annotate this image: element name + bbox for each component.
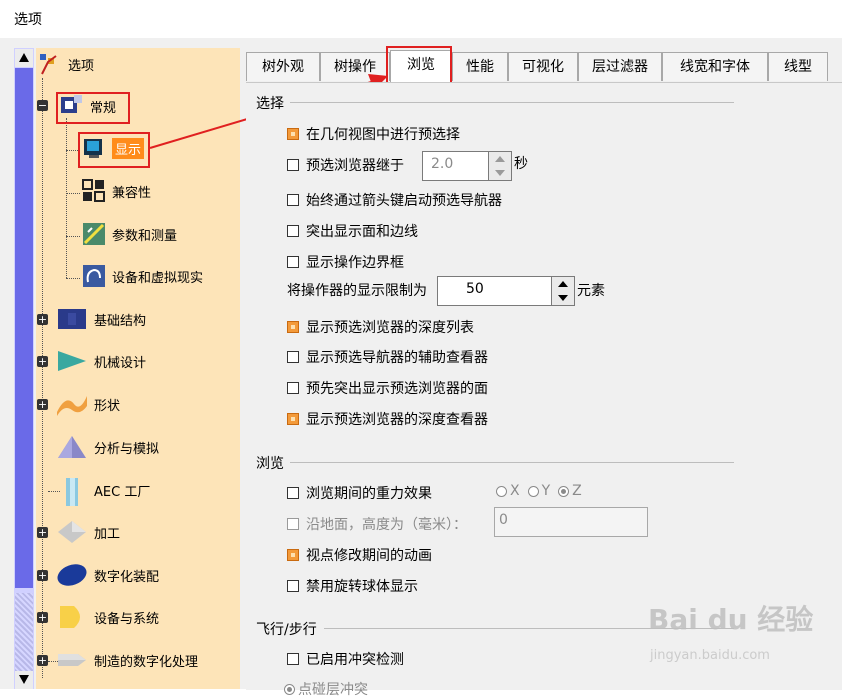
- disable-trackball-option[interactable]: 禁用旋转球体显示: [287, 576, 418, 596]
- option-label: 显示预选浏览器的深度查看器: [306, 412, 488, 428]
- animation-option[interactable]: 视点修改期间的动画: [287, 545, 432, 565]
- preselect-geometry-option[interactable]: 在几何视图中进行预选择: [287, 124, 460, 144]
- option-label: 预先突出显示预选浏览器的面: [306, 381, 488, 397]
- manipulator-limit-unit: 元素: [577, 283, 605, 299]
- option-label: 点碰层冲突: [298, 682, 368, 698]
- section-divider: [290, 102, 734, 103]
- gravity-effect-checkbox[interactable]: [287, 487, 299, 499]
- show-manipulator-bbox-checkbox[interactable]: [287, 256, 299, 268]
- preselect-geometry-checkbox[interactable]: [287, 128, 299, 140]
- axis-z-label: Z: [572, 483, 582, 499]
- option-label: 视点修改期间的动画: [306, 548, 432, 564]
- option-label: 在几何视图中进行预选择: [306, 127, 460, 143]
- arrow-keys-navigator-option[interactable]: 始终通过箭头键启动预选导航器: [287, 190, 502, 210]
- preselect-delay-value: 2.0: [431, 156, 454, 172]
- option-label: 突出显示面和边线: [306, 224, 418, 240]
- stepper-buttons[interactable]: [488, 152, 511, 180]
- show-depth-viewer-option[interactable]: 显示预选浏览器的深度查看器: [287, 409, 488, 429]
- manipulator-limit-stepper[interactable]: 50: [437, 276, 575, 306]
- gravity-effect-option[interactable]: 浏览期间的重力效果: [287, 483, 432, 503]
- option-label: 沿地面，高度为（毫米）：: [306, 517, 467, 533]
- option-label: 显示预选导航器的辅助查看器: [306, 350, 488, 366]
- arrow-keys-navigator-checkbox[interactable]: [287, 194, 299, 206]
- axis-x-label: X: [510, 483, 520, 499]
- collision-detection-checkbox[interactable]: [287, 653, 299, 665]
- ground-height-field[interactable]: 0: [494, 507, 648, 537]
- preselect-navigator-option[interactable]: 预选浏览器继于: [287, 155, 404, 175]
- option-label: 显示预选浏览器的深度列表: [306, 320, 474, 336]
- prehighlight-faces-option[interactable]: 预先突出显示预选浏览器的面: [287, 378, 488, 398]
- axis-y-label: Y: [541, 483, 551, 499]
- preselect-delay-unit: 秒: [514, 156, 528, 172]
- option-label: 禁用旋转球体显示: [306, 579, 418, 595]
- section-navigation-heading: 浏览: [256, 456, 284, 472]
- show-manipulator-bbox-option[interactable]: 显示操作边界框: [287, 252, 404, 272]
- preselect-delay-stepper[interactable]: 2.0: [422, 151, 512, 181]
- section-fly-walk-heading: 飞行/步行: [256, 622, 317, 638]
- highlight-faces-edges-option[interactable]: 突出显示面和边线: [287, 221, 418, 241]
- section-divider: [290, 462, 734, 463]
- option-label: 预选浏览器继于: [306, 158, 404, 174]
- option-label: 始终通过箭头键启动预选导航器: [306, 193, 502, 209]
- section-selection-heading: 选择: [256, 96, 284, 112]
- animation-checkbox[interactable]: [287, 549, 299, 561]
- show-depth-viewer-checkbox[interactable]: [287, 413, 299, 425]
- axis-y-radio[interactable]: [527, 485, 539, 497]
- preselect-navigator-checkbox[interactable]: [287, 159, 299, 171]
- ground-height-value: 0: [499, 512, 508, 528]
- stepper-buttons[interactable]: [551, 277, 574, 305]
- watermark-brand: Bai du 经验: [648, 603, 814, 636]
- collision-mode-option[interactable]: 点碰层冲突: [284, 679, 368, 699]
- axis-x-radio[interactable]: [496, 485, 507, 497]
- along-ground-checkbox[interactable]: [287, 518, 299, 530]
- along-ground-option[interactable]: 沿地面，高度为（毫米）：: [287, 514, 467, 534]
- option-label: 显示操作边界框: [306, 255, 404, 271]
- manipulator-limit-value: 50: [466, 281, 484, 297]
- highlight-faces-edges-checkbox[interactable]: [287, 225, 299, 237]
- collision-detection-option[interactable]: 已启用冲突检测: [287, 649, 404, 669]
- manipulator-limit-label: 将操作器的显示限制为: [287, 283, 427, 299]
- show-depth-list-option[interactable]: 显示预选浏览器的深度列表: [287, 317, 474, 337]
- option-label: 浏览期间的重力效果: [306, 486, 432, 502]
- option-label: 已启用冲突检测: [306, 652, 404, 668]
- show-aux-viewer-option[interactable]: 显示预选导航器的辅助查看器: [287, 347, 488, 367]
- show-aux-viewer-checkbox[interactable]: [287, 351, 299, 363]
- prehighlight-faces-checkbox[interactable]: [287, 382, 299, 394]
- gravity-axis-group: X Y Z: [488, 483, 582, 499]
- axis-z-radio[interactable]: [558, 485, 570, 497]
- collision-mode-radio[interactable]: [284, 683, 295, 695]
- show-depth-list-checkbox[interactable]: [287, 321, 299, 333]
- watermark-url: jingyan.baidu.com: [650, 648, 770, 663]
- disable-trackball-checkbox[interactable]: [287, 580, 299, 592]
